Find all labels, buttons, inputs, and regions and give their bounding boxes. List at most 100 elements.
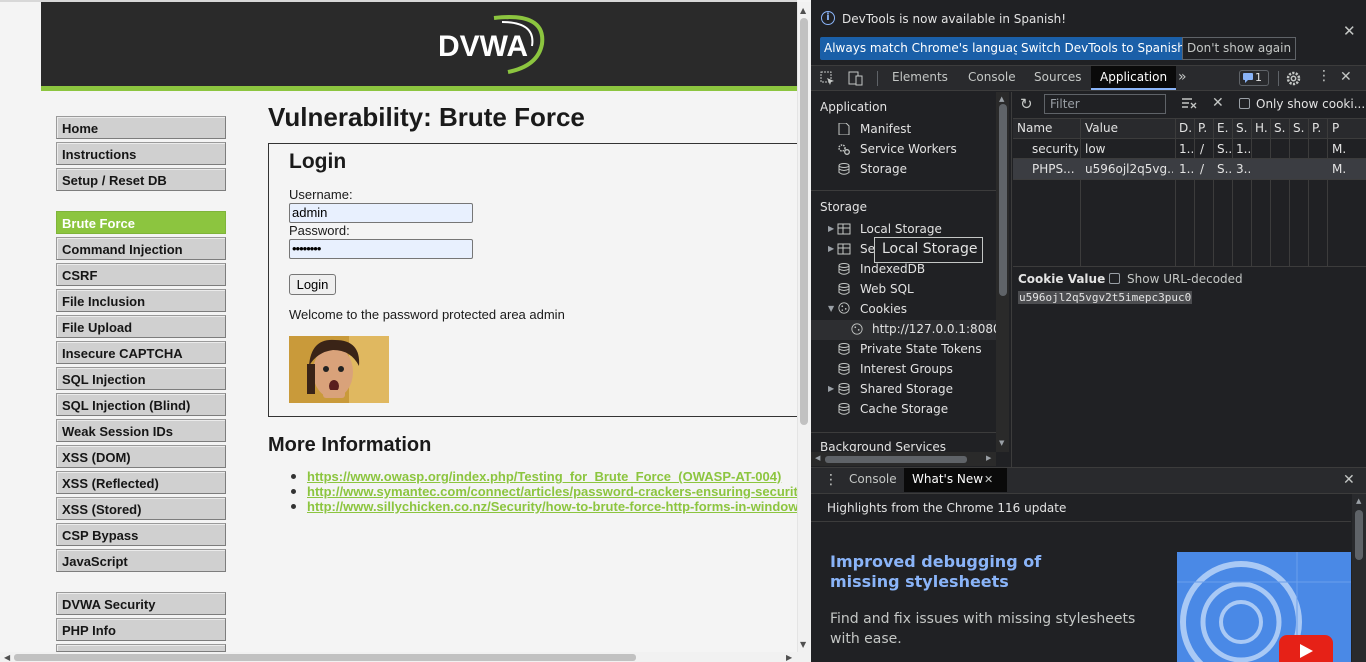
- refresh-icon[interactable]: ↻: [1020, 95, 1033, 113]
- cell-expires[interactable]: S..: [1217, 142, 1231, 156]
- drawer-menu-icon[interactable]: ⋮: [824, 472, 838, 488]
- column-priority[interactable]: P: [1332, 121, 1339, 135]
- sidebar-item-cookies[interactable]: Cookies: [860, 302, 907, 316]
- menu-item-php-info[interactable]: PHP Info: [56, 618, 226, 641]
- menu-item-csrf[interactable]: CSRF: [56, 263, 226, 286]
- sidebar-hscroll-thumb[interactable]: [825, 456, 967, 463]
- menu-item-command-injection[interactable]: Command Injection: [56, 237, 226, 260]
- menu-item-javascript[interactable]: JavaScript: [56, 549, 226, 572]
- menu-item-weak-session-ids[interactable]: Weak Session IDs: [56, 419, 226, 442]
- menu-item-brute-force[interactable]: Brute Force: [56, 211, 226, 234]
- show-url-decoded-checkbox[interactable]: [1109, 273, 1120, 284]
- cell-value[interactable]: low: [1085, 142, 1173, 156]
- more-options-icon[interactable]: ⋮: [1317, 68, 1331, 84]
- cell-priority[interactable]: M.: [1332, 142, 1362, 156]
- only-show-issues-checkbox[interactable]: [1239, 98, 1250, 109]
- more-tabs-chevron-icon[interactable]: »: [1178, 69, 1187, 85]
- link-sillychicken[interactable]: http://www.sillychicken.co.nz/Security/h…: [307, 499, 837, 514]
- cell-expires[interactable]: S..: [1217, 162, 1231, 176]
- column-domain[interactable]: D.: [1179, 121, 1192, 135]
- cell-value[interactable]: u596ojl2q5vg...: [1085, 162, 1173, 176]
- match-language-button[interactable]: Always match Chrome's language: [820, 37, 1032, 60]
- tab-sources[interactable]: Sources: [1025, 66, 1090, 90]
- scroll-down-arrow-icon[interactable]: ▼: [800, 640, 806, 649]
- password-input[interactable]: ••••••••: [289, 239, 473, 259]
- menu-item-xss-reflected[interactable]: XSS (Reflected): [56, 471, 226, 494]
- menu-item-file-upload[interactable]: File Upload: [56, 315, 226, 338]
- drawer-scroll-thumb[interactable]: [1355, 510, 1363, 560]
- column-name[interactable]: Name: [1017, 121, 1052, 135]
- scroll-up-arrow-icon[interactable]: ▲: [999, 95, 1004, 103]
- column-httponly[interactable]: H.: [1255, 121, 1268, 135]
- sidebar-item-service-workers[interactable]: Service Workers: [860, 142, 957, 156]
- sidebar-item-indexeddb[interactable]: IndexedDB: [860, 262, 925, 276]
- sidebar-item-cookie-host[interactable]: http://127.0.0.1:8080: [872, 322, 996, 336]
- expand-arrow-icon[interactable]: ▶: [828, 224, 834, 233]
- feature-title-link[interactable]: Improved debugging of missing stylesheet…: [830, 552, 1100, 592]
- drawer-tab-console[interactable]: Console: [843, 468, 905, 492]
- cell-domain[interactable]: 1..: [1179, 142, 1193, 156]
- tab-console[interactable]: Console: [959, 66, 1025, 90]
- menu-item-sql-injection-blind[interactable]: SQL Injection (Blind): [56, 393, 226, 416]
- menu-item-xss-dom[interactable]: XSS (DOM): [56, 445, 226, 468]
- username-input[interactable]: admin: [289, 203, 473, 223]
- sidebar-item-manifest[interactable]: Manifest: [860, 122, 911, 136]
- settings-gear-icon[interactable]: [1285, 70, 1302, 87]
- scroll-down-arrow-icon[interactable]: ▼: [999, 439, 1004, 447]
- sidebar-item-storage[interactable]: Storage: [860, 162, 907, 176]
- menu-item-insecure-captcha[interactable]: Insecure CAPTCHA: [56, 341, 226, 364]
- scroll-right-arrow-icon[interactable]: ▶: [786, 653, 792, 662]
- tab-elements[interactable]: Elements: [883, 66, 957, 90]
- menu-item-csp-bypass[interactable]: CSP Bypass: [56, 523, 226, 546]
- cell-name[interactable]: PHPS...: [1032, 162, 1078, 176]
- cell-path[interactable]: /: [1200, 162, 1212, 176]
- cell-size[interactable]: 1...: [1236, 142, 1250, 156]
- cell-size[interactable]: 3...: [1236, 162, 1250, 176]
- sidebar-item-interest-groups[interactable]: Interest Groups: [860, 362, 953, 376]
- column-partition[interactable]: P.: [1312, 121, 1321, 135]
- page-scroll-thumb[interactable]: [800, 18, 808, 425]
- menu-item-setup-reset-db[interactable]: Setup / Reset DB: [56, 168, 226, 191]
- feature-video-thumbnail[interactable]: [1177, 552, 1351, 662]
- column-secure[interactable]: S.: [1274, 121, 1285, 135]
- menu-item-sql-injection[interactable]: SQL Injection: [56, 367, 226, 390]
- page-hscroll-thumb[interactable]: [14, 654, 636, 661]
- close-infobar-icon[interactable]: ✕: [1343, 22, 1356, 40]
- menu-item-file-inclusion[interactable]: File Inclusion: [56, 289, 226, 312]
- sidebar-item-web-sql[interactable]: Web SQL: [860, 282, 914, 296]
- delete-selected-icon[interactable]: ✕: [1212, 95, 1224, 111]
- menu-item-partial[interactable]: [56, 644, 226, 652]
- cell-domain[interactable]: 1..: [1179, 162, 1193, 176]
- dont-show-again-button[interactable]: Don't show again: [1182, 37, 1297, 60]
- close-drawer-icon[interactable]: ✕: [1343, 472, 1355, 488]
- sidebar-item-cache-storage[interactable]: Cache Storage: [860, 402, 948, 416]
- menu-item-dvwa-security[interactable]: DVWA Security: [56, 592, 226, 615]
- cell-path[interactable]: /: [1200, 142, 1212, 156]
- cell-priority[interactable]: M.: [1332, 162, 1362, 176]
- expand-arrow-icon[interactable]: ▶: [828, 384, 834, 393]
- scroll-up-arrow-icon[interactable]: ▲: [1356, 497, 1361, 505]
- sidebar-item-local-storage[interactable]: Local Storage: [860, 222, 942, 236]
- cookie-value-text[interactable]: u596ojl2q5vgv2t5imepc3puc0: [1018, 291, 1193, 304]
- sidebar-item-shared-storage[interactable]: Shared Storage: [860, 382, 953, 396]
- device-toolbar-icon[interactable]: [848, 71, 864, 86]
- column-samesite[interactable]: S.: [1293, 121, 1304, 135]
- inspect-element-icon[interactable]: [820, 71, 835, 86]
- login-button[interactable]: Login: [289, 274, 336, 295]
- scroll-right-arrow-icon[interactable]: ▶: [986, 454, 991, 462]
- column-expires[interactable]: E.: [1217, 121, 1228, 135]
- switch-language-button[interactable]: Switch DevTools to Spanish: [1017, 37, 1189, 60]
- tab-application[interactable]: Application: [1091, 66, 1177, 90]
- menu-item-instructions[interactable]: Instructions: [56, 142, 226, 165]
- column-size[interactable]: S.: [1236, 121, 1247, 135]
- filter-input[interactable]: Filter: [1044, 94, 1166, 114]
- menu-item-xss-stored[interactable]: XSS (Stored): [56, 497, 226, 520]
- clear-all-icon[interactable]: [1182, 97, 1197, 109]
- collapse-arrow-icon[interactable]: ▼: [828, 304, 834, 313]
- scroll-up-arrow-icon[interactable]: ▲: [800, 6, 806, 15]
- cell-name[interactable]: security: [1032, 142, 1078, 156]
- sidebar-item-session-storage[interactable]: Se: [860, 242, 875, 256]
- link-owasp[interactable]: https://www.owasp.org/index.php/Testing_…: [307, 469, 781, 484]
- sidebar-scroll-thumb[interactable]: [999, 104, 1007, 296]
- column-path[interactable]: P.: [1198, 121, 1207, 135]
